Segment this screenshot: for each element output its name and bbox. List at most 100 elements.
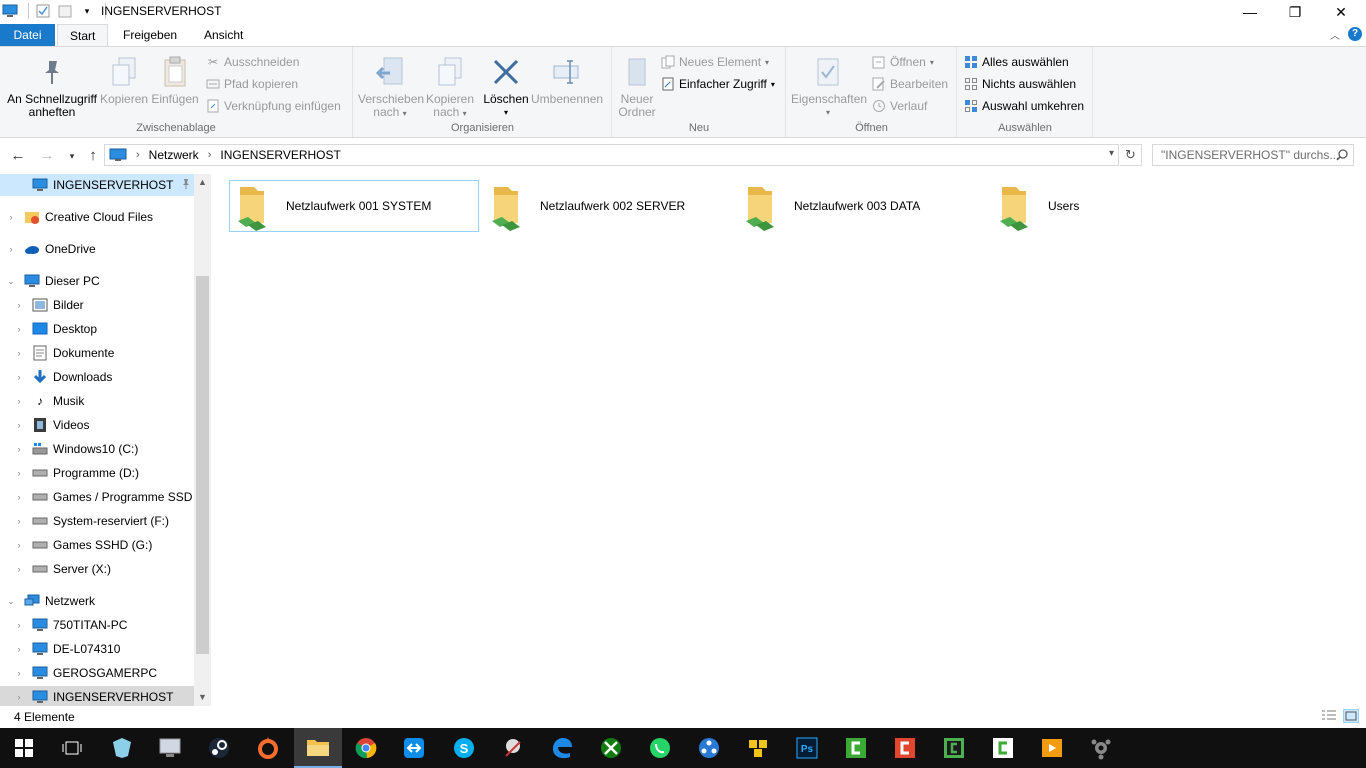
tree-item-documents[interactable]: › Dokumente [0, 342, 194, 364]
chevron-right-icon[interactable]: › [14, 468, 24, 478]
tree-item-ingenserverhost-pinned[interactable]: INGENSERVERHOST [0, 174, 194, 196]
chevron-right-icon[interactable]: › [14, 668, 24, 678]
tree-item-desktop[interactable]: › Desktop [0, 318, 194, 340]
taskbar-camtasia-green[interactable] [832, 728, 880, 768]
tree-item-750titan-pc[interactable]: › 750TITAN-PC [0, 614, 194, 636]
navigation-scrollbar[interactable]: ▲ ▼ [194, 174, 211, 706]
tree-item-onedrive[interactable]: › OneDrive [0, 238, 194, 260]
paste-button[interactable]: Einfügen [150, 51, 200, 106]
taskbar-app-circle[interactable] [685, 728, 733, 768]
chevron-down-icon[interactable]: ▾ [79, 3, 95, 19]
taskbar-app-gears[interactable] [1077, 728, 1125, 768]
taskbar-photoshop[interactable]: Ps [783, 728, 831, 768]
forward-arrow-icon[interactable]: → [37, 147, 57, 164]
chevron-down-icon[interactable]: ⌄ [6, 596, 16, 607]
file-item-users[interactable]: Users [991, 180, 1241, 232]
tree-item-drive-f[interactable]: › System-reserviert (F:) [0, 510, 194, 532]
breadcrumb-host[interactable]: INGENSERVERHOST [220, 148, 340, 162]
rename-button[interactable]: Umbenennen [531, 51, 603, 106]
tree-item-drive-x[interactable]: › Server (X:) [0, 558, 194, 580]
minimize-button[interactable]: — [1227, 0, 1273, 24]
chevron-right-icon[interactable]: › [6, 212, 16, 222]
chevron-down-icon[interactable]: ⌄ [6, 276, 16, 287]
open-button[interactable]: Öffnen ▾ [872, 52, 934, 72]
copy-path-button[interactable]: Pfad kopieren [206, 74, 298, 94]
chevron-right-icon[interactable]: › [14, 644, 24, 654]
chevron-right-icon[interactable]: › [14, 564, 24, 574]
properties-icon[interactable] [35, 3, 51, 19]
refresh-button[interactable]: ↻ [1120, 144, 1142, 166]
taskbar-teamviewer[interactable] [390, 728, 438, 768]
up-arrow-icon[interactable]: ↑ [83, 147, 103, 164]
easy-access-button[interactable]: Einfacher Zugriff ▾ [661, 74, 775, 94]
delete-button[interactable]: Löschen ▾ [482, 51, 530, 119]
tree-item-drive-g[interactable]: › Games SSHD (G:) [0, 534, 194, 556]
tree-item-network[interactable]: ⌄ Netzwerk [0, 590, 194, 612]
select-all-button[interactable]: Alles auswählen [964, 52, 1069, 72]
recent-locations-icon[interactable]: ▾ [62, 151, 82, 162]
taskbar-camtasia-red[interactable] [881, 728, 929, 768]
start-button[interactable] [0, 728, 48, 768]
taskbar-origin[interactable] [244, 728, 292, 768]
scroll-up-icon[interactable]: ▲ [194, 174, 211, 191]
taskbar-file-explorer[interactable] [294, 728, 342, 768]
copy-button[interactable]: Kopieren [100, 51, 148, 106]
chevron-right-icon[interactable]: › [14, 348, 24, 358]
chevron-right-icon[interactable]: › [14, 620, 24, 630]
tree-item-drive-e[interactable]: › Games / Programme SSD ( [0, 486, 200, 508]
computer-icon[interactable] [2, 3, 18, 19]
tree-item-gerosgamerpc[interactable]: › GEROSGAMERPC [0, 662, 194, 684]
close-button[interactable]: ✕ [1318, 0, 1364, 24]
details-view-icon[interactable] [1321, 709, 1337, 723]
tab-view[interactable]: Ansicht [192, 24, 255, 46]
chevron-right-icon[interactable]: › [14, 324, 24, 334]
taskbar-app-1[interactable] [98, 728, 146, 768]
tree-item-this-pc[interactable]: ⌄ Dieser PC [0, 270, 194, 292]
chevron-right-icon[interactable]: › [208, 149, 212, 161]
taskbar-chrome[interactable] [342, 728, 390, 768]
select-none-button[interactable]: Nichts auswählen [964, 74, 1076, 94]
file-item-share-002[interactable]: Netzlaufwerk 002 SERVER [483, 180, 733, 232]
chevron-right-icon[interactable]: › [136, 149, 140, 161]
tree-item-downloads[interactable]: › Downloads [0, 366, 194, 388]
chevron-right-icon[interactable]: › [14, 372, 24, 382]
file-item-share-003[interactable]: Netzlaufwerk 003 DATA [737, 180, 987, 232]
move-to-button[interactable]: Verschieben nach ▾ [358, 51, 424, 120]
tab-share[interactable]: Freigeben [111, 24, 189, 46]
chevron-right-icon[interactable]: › [14, 516, 24, 526]
pin-quick-access-button[interactable]: An Schnellzugriff anheften [4, 51, 100, 119]
taskbar-app-2[interactable] [146, 728, 194, 768]
taskbar-steam[interactable] [195, 728, 243, 768]
tab-file[interactable]: Datei [0, 24, 55, 46]
chevron-right-icon[interactable]: › [6, 244, 16, 254]
properties-button[interactable]: Eigenschaften ▾ [791, 51, 867, 119]
invert-selection-button[interactable]: Auswahl umkehren [964, 96, 1084, 116]
breadcrumb-network[interactable]: Netzwerk [149, 148, 199, 162]
chevron-right-icon[interactable]: › [14, 540, 24, 550]
chevron-right-icon[interactable]: › [14, 420, 24, 430]
file-item-share-001[interactable]: Netzlaufwerk 001 SYSTEM [229, 180, 479, 232]
tab-start[interactable]: Start [57, 24, 109, 46]
taskbar-camtasia-white[interactable] [979, 728, 1027, 768]
taskbar-camtasia-dark[interactable] [930, 728, 978, 768]
taskbar-app-yellow[interactable] [734, 728, 782, 768]
paste-shortcut-button[interactable]: Verknüpfung einfügen [206, 96, 341, 116]
chevron-up-icon[interactable]: ︿ [1330, 27, 1340, 42]
back-arrow-icon[interactable]: ← [8, 147, 28, 164]
tree-item-drive-d[interactable]: › Programme (D:) [0, 462, 194, 484]
pin-icon[interactable] [181, 178, 191, 193]
tree-item-pictures[interactable]: › Bilder [0, 294, 194, 316]
taskbar-whatsapp[interactable] [636, 728, 684, 768]
search-input[interactable]: "INGENSERVERHOST" durchs... [1152, 144, 1354, 166]
chevron-right-icon[interactable]: › [14, 396, 24, 406]
large-icons-view-icon[interactable] [1343, 709, 1359, 723]
chevron-right-icon[interactable]: › [14, 692, 24, 702]
maximize-button[interactable]: ❐ [1272, 0, 1318, 24]
new-item-button[interactable]: Neues Element ▾ [661, 52, 769, 72]
new-folder-button[interactable]: Neuer Ordner [617, 51, 657, 119]
history-button[interactable]: Verlauf [872, 96, 927, 116]
tree-item-creative-cloud[interactable]: › Creative Cloud Files [0, 206, 194, 228]
taskbar-edge[interactable] [538, 728, 586, 768]
edit-button[interactable]: Bearbeiten [872, 74, 948, 94]
tree-item-videos[interactable]: › Videos [0, 414, 194, 436]
